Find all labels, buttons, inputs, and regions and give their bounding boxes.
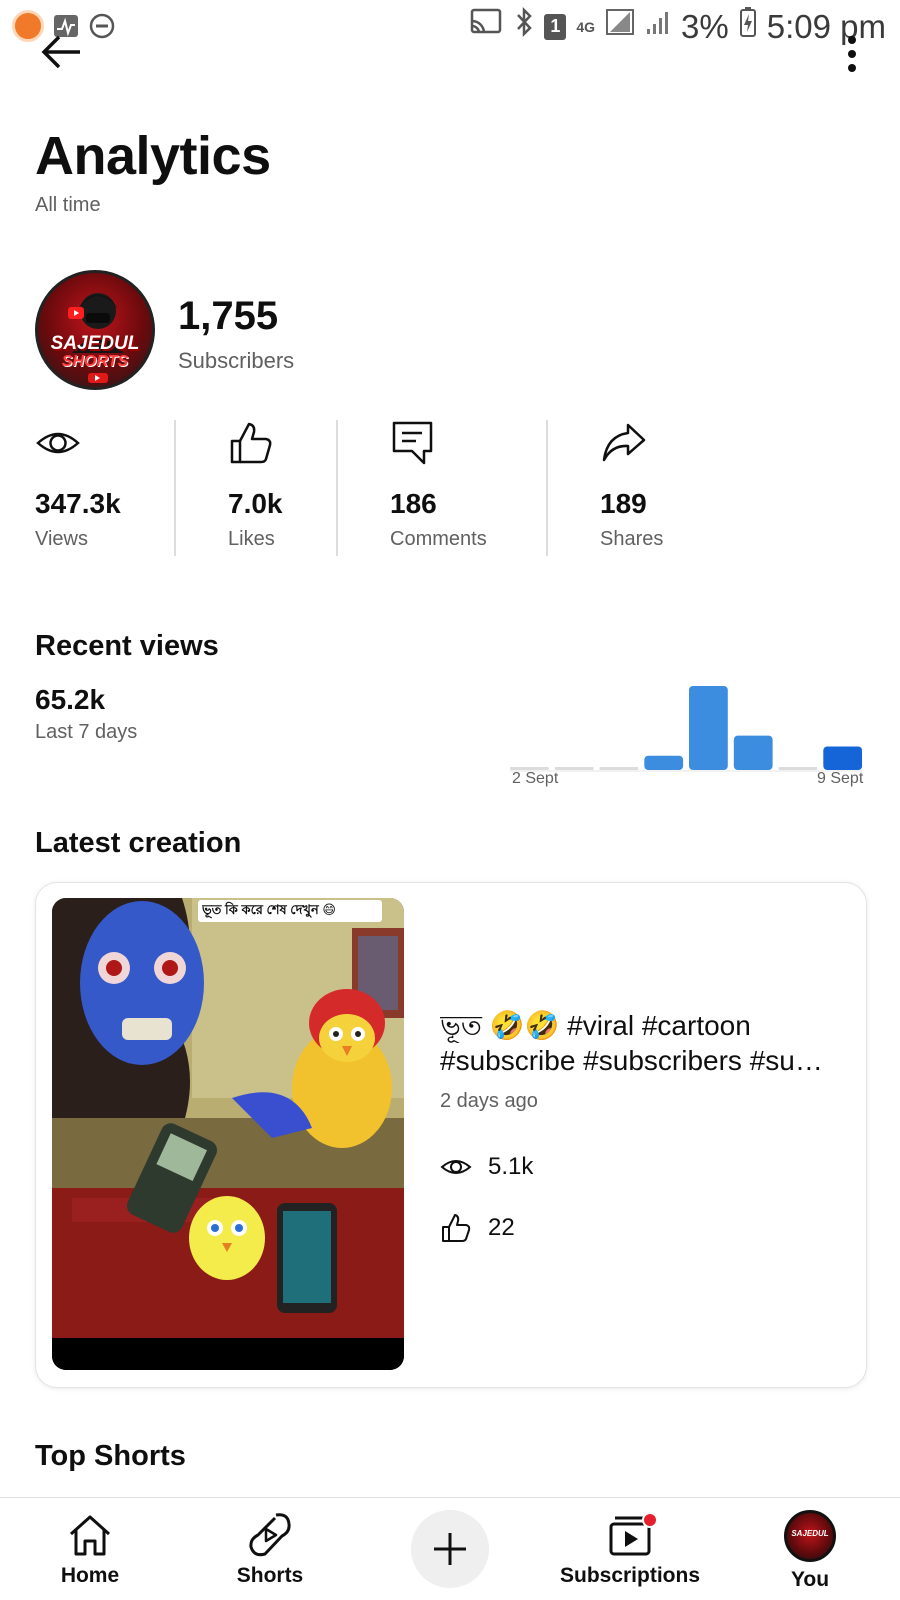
share-icon — [602, 423, 646, 462]
nav-home[interactable]: Home — [0, 1510, 180, 1588]
back-button[interactable] — [40, 30, 84, 74]
video-title-line-2: #subscribe #subscribers #su… — [440, 1045, 823, 1076]
eye-icon — [440, 1160, 472, 1174]
stat-likes[interactable]: 7.0k Likes — [228, 420, 328, 550]
period-label: All time — [35, 194, 101, 216]
video-views-value: 5.1k — [488, 1153, 534, 1180]
battery-charging-icon — [739, 6, 757, 47]
chart-bar[interactable] — [554, 767, 594, 770]
video-likes-value: 22 — [488, 1214, 515, 1241]
thumbnail-image — [52, 898, 404, 1370]
chart-bar[interactable] — [778, 767, 818, 770]
shares-value: 189 — [600, 488, 647, 519]
eye-icon — [36, 432, 80, 454]
recent-views-heading: Recent views — [35, 630, 219, 662]
latest-creation-heading: Latest creation — [35, 827, 242, 859]
nav-you[interactable]: SAJEDUL You — [720, 1510, 900, 1592]
recent-views-period: Last 7 days — [35, 721, 138, 743]
video-views-metric: 5.1k — [440, 1151, 533, 1183]
nav-shorts[interactable]: Shorts — [180, 1510, 360, 1588]
recent-views-chart[interactable] — [510, 680, 862, 784]
avatar-text-1: SAJEDUL — [50, 333, 140, 354]
sim-1-icon: 1 — [544, 13, 567, 40]
more-options-button[interactable] — [840, 32, 864, 76]
page-title: Analytics — [35, 126, 271, 186]
shares-label: Shares — [600, 528, 664, 550]
4g-icon: 4G — [576, 18, 596, 35]
chart-bar[interactable] — [644, 755, 684, 770]
cast-icon — [468, 7, 504, 46]
views-label: Views — [35, 528, 88, 550]
plus-icon — [434, 1533, 466, 1565]
chart-x-end: 9 Sept — [817, 770, 864, 787]
shorts-icon — [249, 1513, 291, 1557]
nav-shorts-label: Shorts — [236, 1564, 304, 1587]
profile-avatar-text: SAJEDUL — [791, 1529, 829, 1538]
create-button[interactable] — [411, 1510, 489, 1588]
channel-logo-art — [68, 293, 124, 383]
nav-subscriptions[interactable]: Subscriptions — [540, 1510, 720, 1588]
likes-value: 7.0k — [228, 488, 283, 519]
status-bar: 1 4G 3% 5:09 pm — [0, 0, 900, 52]
signal-2-icon — [645, 7, 671, 46]
nav-you-label: You — [790, 1568, 830, 1591]
video-thumbnail[interactable]: ভূত কি করে শেষ দেখুন 😄 — [52, 898, 404, 1370]
do-not-disturb-icon — [88, 12, 116, 40]
thumb-up-icon — [230, 422, 272, 464]
arrow-left-icon — [41, 35, 80, 69]
signal-icon — [605, 7, 635, 46]
home-icon — [69, 1515, 111, 1556]
subscriber-label: Subscribers — [178, 348, 295, 373]
stat-shares[interactable]: 189 Shares — [600, 420, 730, 550]
recent-views-value: 65.2k — [35, 684, 106, 715]
chart-x-start: 2 Sept — [512, 770, 559, 787]
comments-label: Comments — [390, 528, 487, 550]
chart-bar[interactable] — [733, 735, 773, 770]
stat-views[interactable]: 347.3k Views — [35, 420, 165, 550]
divider — [336, 420, 338, 556]
notification-dot — [642, 1512, 658, 1528]
comment-icon — [392, 421, 433, 465]
avatar-text-2: SHORTS — [61, 353, 129, 370]
chart-bar[interactable] — [823, 746, 862, 771]
likes-label: Likes — [228, 528, 275, 550]
comments-value: 186 — [390, 488, 437, 519]
more-vert-icon — [848, 36, 856, 72]
divider — [174, 420, 176, 556]
stat-comments[interactable]: 186 Comments — [390, 420, 540, 550]
channel-avatar: SAJEDUL SHORTS — [35, 270, 155, 390]
views-value: 347.3k — [35, 488, 121, 519]
profile-avatar: SAJEDUL — [784, 1510, 836, 1562]
nav-subscriptions-label: Subscriptions — [559, 1564, 701, 1587]
top-shorts-heading: Top Shorts — [35, 1440, 186, 1472]
video-likes-metric: 22 — [440, 1212, 515, 1244]
divider — [546, 420, 548, 556]
clock: 5:09 pm — [766, 7, 886, 45]
battery-percent: 3% — [681, 7, 729, 45]
chart-bar[interactable] — [689, 686, 728, 770]
chart-bar[interactable] — [599, 767, 639, 770]
thumb-up-icon — [442, 1214, 471, 1242]
video-title-line-1: ভূত 🤣🤣 #viral #cartoon — [440, 1010, 751, 1041]
video-date: 2 days ago — [440, 1090, 538, 1112]
nav-home-label: Home — [60, 1564, 120, 1587]
video-title[interactable]: ভূত 🤣🤣 #viral #cartoon #subscribe #subsc… — [440, 1008, 850, 1078]
thumbnail-caption: ভূত কি করে শেষ দেখুন 😄 — [202, 902, 336, 917]
bluetooth-icon — [514, 6, 534, 47]
subscriber-count: 1,755 — [178, 294, 279, 338]
